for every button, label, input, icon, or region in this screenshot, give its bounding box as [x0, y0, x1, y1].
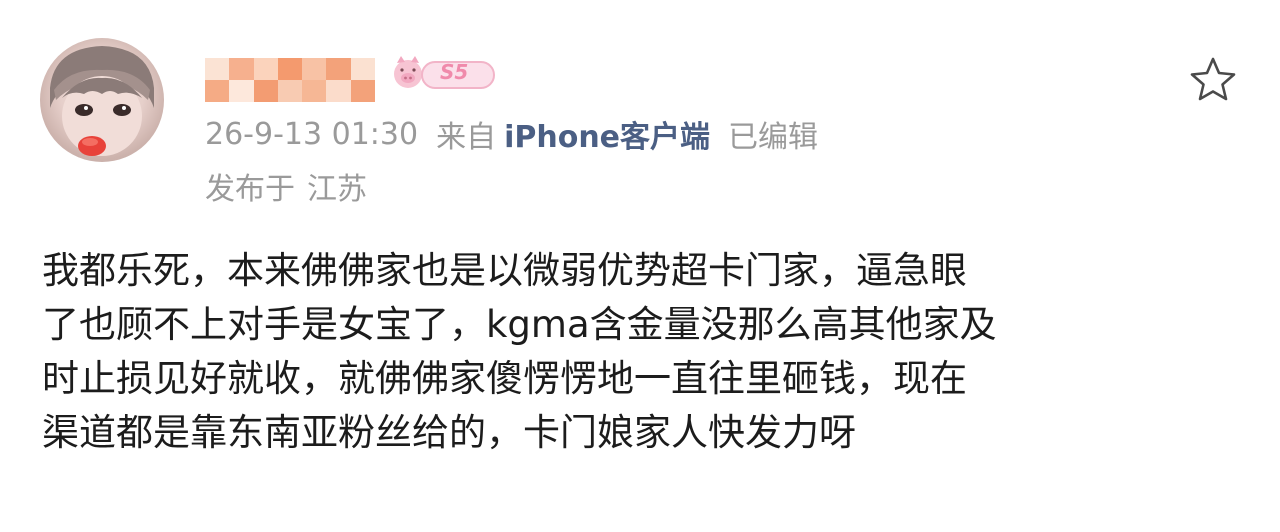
post-source: 来自 iPhone客户端	[436, 112, 710, 156]
post-meta: 26-9-13 01:30 来自 iPhone客户端 已编辑	[205, 112, 818, 156]
post-body: 我都乐死，本来佛佛家也是以微弱优势超卡门家，逼急眼 了也顾不上对手是女宝了，kg…	[42, 244, 1242, 460]
weibo-post: S5 26-9-13 01:30 来自 iPhone客户端 已编辑 发布于 江苏…	[0, 0, 1280, 532]
post-body-line: 渠道都是靠东南亚粉丝给的，卡门娘家人快发力呀	[42, 411, 856, 454]
location-value: 江苏	[307, 172, 367, 207]
star-outline-icon	[1190, 57, 1236, 101]
badge-level-text: S5	[440, 60, 469, 84]
post-body-line: 了也顾不上对手是女宝了，kgma含金量没那么高其他家及	[42, 303, 997, 346]
username-mosaic[interactable]	[205, 58, 375, 102]
favorite-button[interactable]	[1186, 55, 1240, 105]
user-avatar[interactable]	[40, 38, 164, 162]
post-location: 发布于 江苏	[205, 166, 367, 207]
post-timestamp: 26-9-13 01:30	[205, 116, 419, 152]
source-prefix: 来自	[436, 120, 497, 155]
avatar-portrait-icon	[50, 46, 154, 156]
post-body-line: 我都乐死，本来佛佛家也是以微弱优势超卡门家，逼急眼	[42, 249, 967, 292]
member-badge[interactable]: S5	[388, 54, 500, 94]
post-body-line: 时止损见好就收，就佛佛家傻愣愣地一直往里砸钱，现在	[42, 357, 967, 400]
location-prefix: 发布于	[205, 172, 295, 207]
source-client-link[interactable]: iPhone客户端	[504, 112, 710, 156]
edited-label[interactable]: 已编辑	[728, 112, 818, 156]
